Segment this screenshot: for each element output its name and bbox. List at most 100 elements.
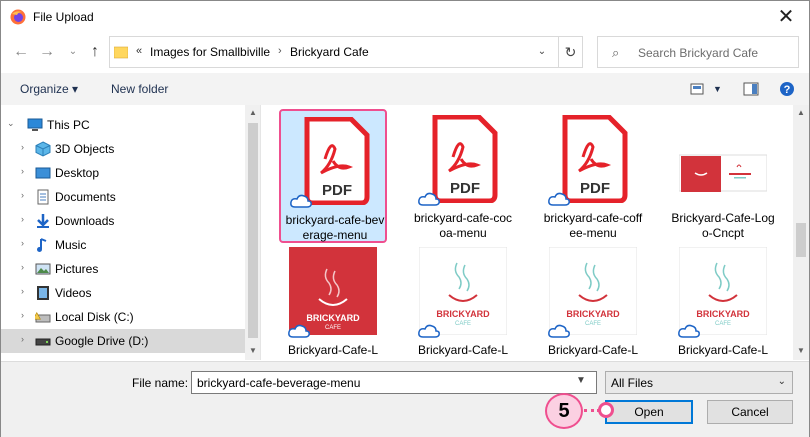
logo-subtext: CAFE — [585, 321, 601, 327]
sidebar-scroll-thumb[interactable] — [248, 123, 258, 338]
expand-chevron-icon[interactable]: › — [21, 310, 24, 320]
logo-text: BRICKYARD — [436, 309, 490, 319]
help-icon[interactable]: ? — [779, 81, 795, 97]
sidebar-item-label: Music — [55, 238, 87, 252]
back-arrow-icon[interactable]: ← — [11, 42, 31, 62]
new-folder-button[interactable]: New folder — [111, 82, 168, 96]
address-dropdown-icon[interactable]: ⌄ — [534, 43, 550, 61]
refresh-icon[interactable]: ↻ — [558, 37, 582, 67]
sidebar-item-label: 3D Objects — [55, 142, 115, 156]
svg-text:?: ? — [784, 84, 791, 96]
command-bar: Organize ▾ New folder ▼ ? — [1, 73, 809, 105]
file-name: Brickyard-Cafe-L — [677, 343, 769, 357]
file-tile[interactable]: BRICKYARD CAFE Brickyard-Cafe-L — [279, 241, 387, 360]
sidebar-item-label: Videos — [55, 286, 92, 300]
sidebar-item-downloads[interactable]: › Downloads — [1, 209, 245, 233]
sidebar-item-label: Pictures — [55, 262, 99, 276]
sidebar-item-label: Documents — [55, 190, 116, 204]
file-tile[interactable]: PDF brickyard-cafe-beverage-menu — [279, 109, 387, 243]
expand-chevron-icon[interactable]: › — [21, 214, 24, 224]
sidebar-scrollbar[interactable]: ▲ ▼ — [245, 105, 260, 360]
recent-locations-chevron-icon[interactable]: ⌄ — [63, 42, 83, 62]
file-name: brickyard-cafe-coffee-menu — [543, 211, 643, 240]
pdf-label: PDF — [580, 180, 610, 197]
logo-text: BRICKYARD — [306, 313, 360, 323]
pdf-label: PDF — [450, 180, 480, 197]
sidebar-item-music[interactable]: › Music — [1, 233, 245, 257]
step-badge: 5 — [545, 393, 583, 429]
file-list-scroll-thumb[interactable] — [796, 223, 806, 257]
logo-subtext: CAFE — [325, 325, 341, 331]
breadcrumb-item[interactable]: Images for Smallbiville — [150, 45, 270, 59]
up-arrow-icon[interactable]: ↑ — [85, 42, 105, 62]
file-tile[interactable]: Brickyard-Cafe-Logo-Cncpt — [669, 109, 777, 243]
address-bar[interactable]: « Images for Smallbiville › Brickyard Ca… — [109, 36, 583, 68]
expand-chevron-icon[interactable]: › — [21, 262, 24, 272]
expand-chevron-icon[interactable]: › — [21, 142, 24, 152]
sidebar-item-label: Desktop — [55, 166, 100, 180]
organize-menu[interactable]: Organize ▾ — [20, 82, 78, 96]
file-name-label: File name: — [132, 376, 189, 390]
expand-chevron-icon[interactable]: ⌄ — [7, 118, 15, 129]
scroll-down-icon[interactable]: ▼ — [797, 346, 805, 355]
cloud-icon — [548, 192, 570, 206]
file-name-input[interactable]: brickyard-cafe-beverage-menu ▼ — [191, 371, 597, 394]
file-tile[interactable]: BRICKYARD CAFE Brickyard-Cafe-L — [409, 241, 517, 360]
scroll-up-icon[interactable]: ▲ — [797, 108, 805, 117]
logo-image-thumbnail — [679, 154, 767, 192]
file-name: brickyard-cafe-beverage-menu — [285, 213, 385, 242]
search-placeholder: Search Brickyard Cafe — [638, 46, 759, 60]
scroll-up-icon[interactable]: ▲ — [249, 108, 257, 117]
preview-pane-icon[interactable] — [743, 81, 759, 97]
file-name: Brickyard-Cafe-L — [287, 343, 379, 357]
file-tile[interactable]: PDF brickyard-cafe-cocoa-menu — [409, 109, 517, 243]
file-type-select[interactable]: All Files ⌄ — [605, 371, 793, 394]
expand-chevron-icon[interactable]: › — [21, 166, 24, 176]
file-tile[interactable]: PDF brickyard-cafe-coffee-menu — [539, 109, 647, 243]
sidebar-item-local-disk[interactable]: › Local Disk (C:) — [1, 305, 245, 329]
sidebar-item-google-drive[interactable]: › Google Drive (D:) — [1, 329, 245, 353]
view-dropdown-icon[interactable]: ▼ — [713, 84, 722, 94]
sidebar-item-documents[interactable]: › Documents — [1, 185, 245, 209]
forward-arrow-icon[interactable]: → — [37, 42, 57, 62]
file-name-bar: File name: brickyard-cafe-beverage-menu … — [1, 361, 809, 437]
sidebar-item-pictures[interactable]: › Pictures — [1, 257, 245, 281]
logo-text: BRICKYARD — [696, 309, 750, 319]
cancel-button[interactable]: Cancel — [707, 400, 793, 424]
file-name-value: brickyard-cafe-beverage-menu — [197, 376, 361, 390]
sidebar-item-3d-objects[interactable]: › 3D Objects — [1, 137, 245, 161]
cloud-icon — [418, 192, 440, 206]
disk-icon — [35, 311, 51, 323]
logo-image-thumbnail: BRICKYARD CAFE — [549, 247, 637, 335]
breadcrumb-item[interactable]: Brickyard Cafe — [290, 45, 369, 59]
navigation-pane: ⌄ This PC › 3D Objects › Desktop › Docum… — [1, 105, 261, 360]
drive-icon — [35, 338, 51, 346]
file-type-value: All Files — [611, 376, 654, 390]
expand-chevron-icon[interactable]: › — [21, 334, 24, 344]
breadcrumb-overflow-chevron[interactable]: « — [136, 45, 142, 57]
sidebar-item-this-pc[interactable]: ⌄ This PC — [1, 113, 245, 137]
chevron-down-icon[interactable]: ⌄ — [778, 376, 786, 387]
file-list-scrollbar[interactable]: ▲ ▼ — [793, 105, 809, 360]
sidebar-item-desktop[interactable]: › Desktop — [1, 161, 245, 185]
sidebar-item-videos[interactable]: › Videos — [1, 281, 245, 305]
expand-chevron-icon[interactable]: › — [21, 286, 24, 296]
close-icon[interactable]: ✕ — [771, 5, 801, 29]
expand-chevron-icon[interactable]: › — [21, 238, 24, 248]
file-tile[interactable]: BRICKYARD CAFE Brickyard-Cafe-L — [539, 241, 647, 360]
cloud-icon — [418, 324, 440, 338]
view-options-icon[interactable] — [690, 81, 706, 97]
expand-chevron-icon[interactable]: › — [21, 190, 24, 200]
file-tile[interactable]: BRICKYARD CAFE Brickyard-Cafe-L — [669, 241, 777, 360]
cloud-icon — [548, 324, 570, 338]
search-box[interactable]: ⌕ Search Brickyard Cafe — [597, 36, 799, 68]
sidebar-item-label: Downloads — [55, 214, 115, 228]
file-name: Brickyard-Cafe-L — [547, 343, 639, 357]
chevron-down-icon[interactable]: ▼ — [576, 375, 586, 386]
file-name: Brickyard-Cafe-Logo-Cncpt — [671, 211, 775, 240]
pdf-file-icon: PDF — [562, 115, 628, 203]
breadcrumb-separator-icon[interactable]: › — [278, 45, 282, 57]
scroll-down-icon[interactable]: ▼ — [249, 346, 257, 355]
computer-icon — [27, 118, 43, 131]
open-button[interactable]: Open — [605, 400, 693, 424]
